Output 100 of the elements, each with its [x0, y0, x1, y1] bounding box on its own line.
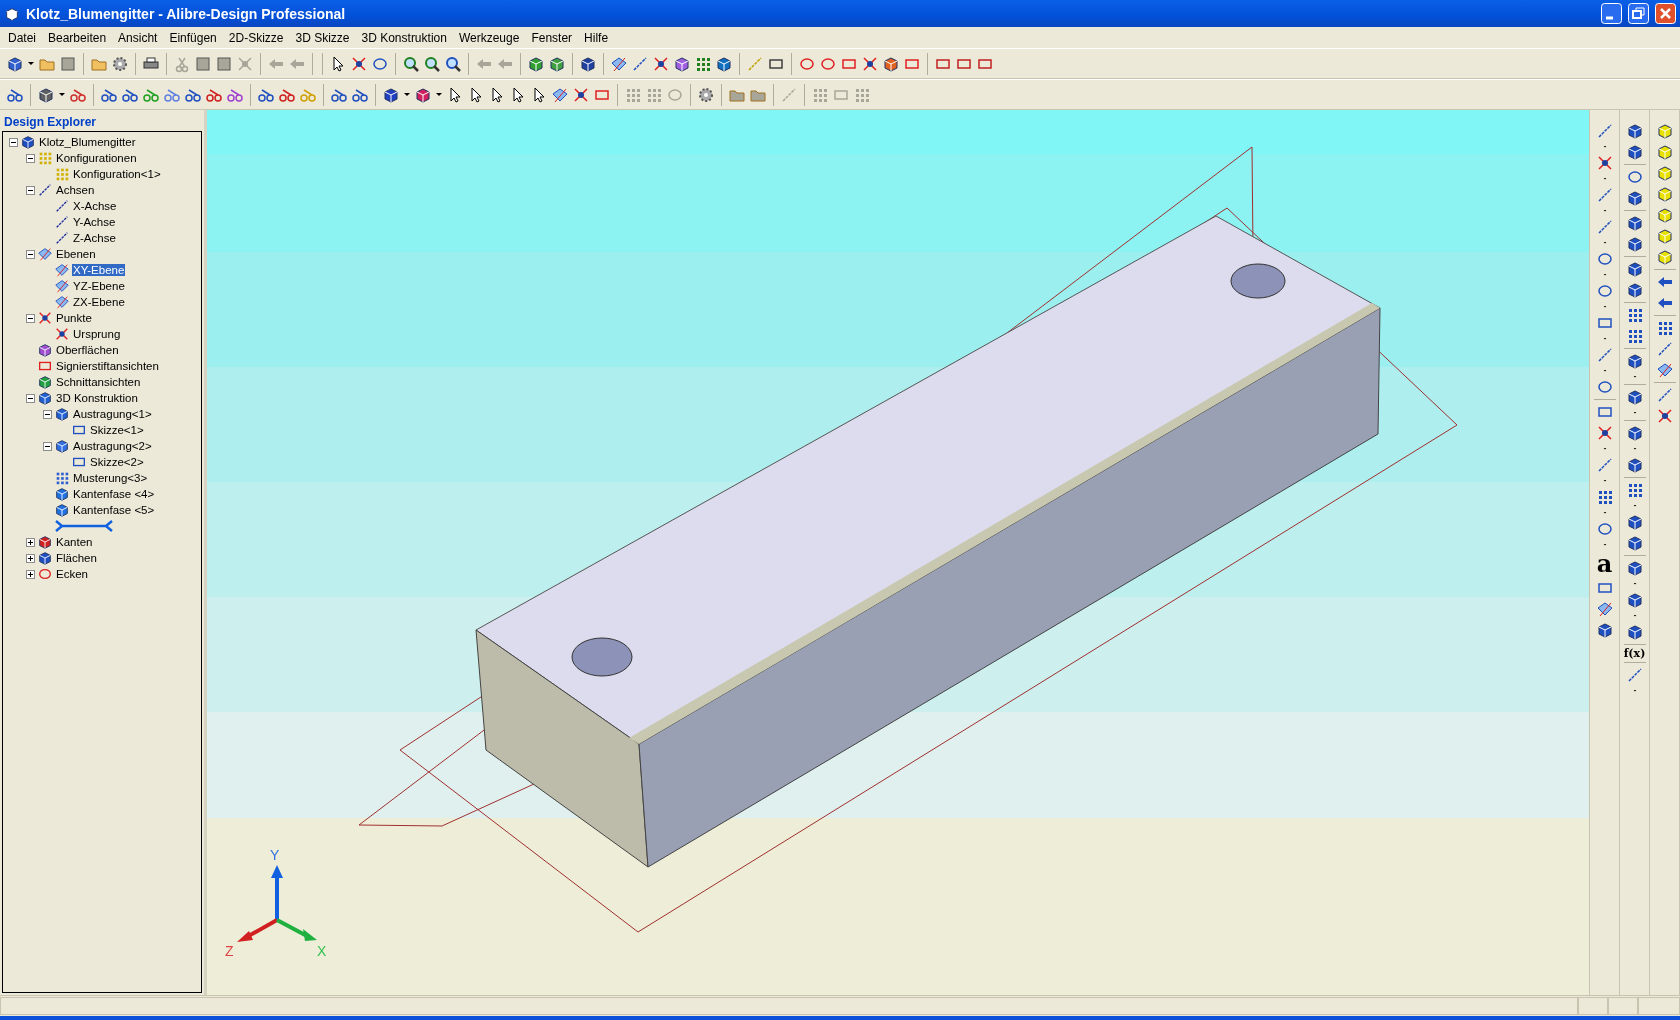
cross-icon[interactable] [572, 85, 590, 104]
plane-icon[interactable] [54, 294, 70, 310]
cube-icon[interactable] [1625, 513, 1644, 531]
circle-icon[interactable] [1595, 282, 1614, 300]
circle-icon[interactable] [1625, 168, 1644, 186]
tree-item[interactable]: 3D Konstruktion [55, 392, 139, 404]
circle-icon[interactable] [1595, 520, 1614, 538]
dots-icon[interactable] [37, 150, 53, 166]
cross-icon[interactable] [350, 54, 368, 73]
cube-icon[interactable] [1625, 424, 1644, 442]
cube-icon[interactable] [54, 486, 70, 502]
cube-icon[interactable] [1625, 388, 1644, 406]
close-button[interactable] [1655, 3, 1676, 24]
menu-item[interactable]: Fenster [525, 30, 579, 45]
tree-item[interactable]: Kanten [55, 536, 94, 548]
collapse-toggle[interactable] [43, 441, 52, 451]
magnifier-icon[interactable] [423, 54, 441, 73]
cube-icon[interactable] [1655, 164, 1674, 182]
tree-item[interactable]: Ecken [55, 568, 89, 580]
tree-item[interactable]: Punkte [55, 312, 93, 324]
circle-icon[interactable] [37, 566, 53, 582]
tree-item[interactable]: Achsen [55, 184, 96, 196]
gear-icon[interactable] [111, 54, 129, 73]
menu-item[interactable]: Datei [2, 30, 42, 45]
cross-icon[interactable] [861, 54, 879, 73]
plane-icon[interactable] [1595, 600, 1614, 618]
magnifier-icon[interactable] [402, 54, 420, 73]
collapse-toggle[interactable] [26, 393, 35, 403]
tree-item[interactable]: Flächen [55, 552, 98, 564]
tree-item[interactable]: Skizze<2> [89, 456, 145, 468]
cross-icon[interactable] [1655, 407, 1674, 425]
cube-icon[interactable] [54, 406, 70, 422]
tree-item[interactable]: X-Achse [72, 200, 118, 212]
collapse-toggle[interactable] [26, 313, 35, 323]
cube-icon[interactable] [1625, 456, 1644, 474]
cube-icon[interactable] [1655, 248, 1674, 266]
cube-icon[interactable] [1655, 185, 1674, 203]
tree-item[interactable]: Konfiguration<1> [72, 168, 162, 180]
plane-icon[interactable] [54, 278, 70, 294]
cube-icon[interactable] [1625, 281, 1644, 299]
plane-icon[interactable] [54, 262, 70, 278]
text-tool[interactable]: a [1596, 552, 1613, 576]
collapse-toggle[interactable] [43, 409, 52, 419]
restore-button[interactable] [1628, 3, 1649, 24]
cube-icon[interactable] [37, 390, 53, 406]
cube-icon[interactable] [1625, 122, 1644, 140]
cube-icon[interactable] [37, 534, 53, 550]
menu-item[interactable]: Hilfe [578, 30, 615, 45]
function-tool[interactable]: f(x) [1623, 648, 1646, 659]
menu-item[interactable]: Bearbeiten [42, 30, 113, 45]
cube-icon[interactable] [1655, 122, 1674, 140]
tree-item[interactable]: Signierstiftansichten [55, 360, 160, 372]
rollback-bar-icon[interactable] [54, 520, 114, 532]
menu-item[interactable]: 3D Skizze [289, 30, 356, 45]
menu-item[interactable]: Einfügen [163, 30, 223, 45]
collapse-toggle[interactable] [9, 137, 18, 147]
tree-item[interactable]: Austragung<2> [72, 440, 153, 452]
cube-icon[interactable] [1625, 623, 1644, 641]
tree-item[interactable]: Austragung<1> [72, 408, 153, 420]
expand-toggle[interactable] [26, 569, 35, 579]
tree-item[interactable]: Ebenen [55, 248, 97, 260]
cube-icon[interactable] [37, 550, 53, 566]
line-icon[interactable] [631, 54, 649, 73]
cube-icon[interactable] [1595, 621, 1614, 639]
dots-icon[interactable] [54, 166, 70, 182]
collapse-toggle[interactable] [26, 249, 35, 259]
menu-item[interactable]: Ansicht [112, 30, 164, 45]
collapse-toggle[interactable] [26, 185, 35, 195]
magnifier-icon[interactable] [444, 54, 462, 73]
cube-icon[interactable] [1625, 189, 1644, 207]
circle-icon[interactable] [1595, 378, 1614, 396]
cross-icon[interactable] [1595, 424, 1614, 442]
cross-icon[interactable] [1595, 154, 1614, 172]
circle-icon[interactable] [1595, 250, 1614, 268]
cube-icon[interactable] [1625, 235, 1644, 253]
plane-icon[interactable] [1655, 361, 1674, 379]
cube-icon[interactable] [1625, 591, 1644, 609]
minimize-button[interactable] [1601, 3, 1622, 24]
cube-icon[interactable] [1655, 206, 1674, 224]
tree-item[interactable]: Kantenfase <5> [72, 504, 156, 516]
expand-toggle[interactable] [26, 537, 35, 547]
cube-icon[interactable] [1625, 559, 1644, 577]
gear-icon[interactable] [697, 85, 715, 104]
tree-item[interactable]: Skizze<1> [89, 424, 145, 436]
cube-icon[interactable] [54, 502, 70, 518]
tree-item[interactable]: Y-Achse [72, 216, 117, 228]
cube-icon[interactable] [1625, 534, 1644, 552]
tree-item[interactable]: ZX-Ebene [72, 296, 126, 308]
cube-icon[interactable] [1625, 214, 1644, 232]
menu-item[interactable]: 3D Konstruktion [355, 30, 453, 45]
cube-icon[interactable] [20, 134, 36, 150]
cube-icon[interactable] [4, 5, 20, 22]
expand-toggle[interactable] [26, 553, 35, 563]
cube-icon[interactable] [1625, 352, 1644, 370]
tree-item[interactable]: Konfigurationen [55, 152, 138, 164]
tree-item[interactable]: Schnittansichten [55, 376, 142, 388]
tree-item[interactable]: Ursprung [72, 328, 122, 340]
tree-item[interactable]: YZ-Ebene [72, 280, 126, 292]
cube-icon[interactable] [1655, 227, 1674, 245]
dots-icon[interactable] [54, 470, 70, 486]
